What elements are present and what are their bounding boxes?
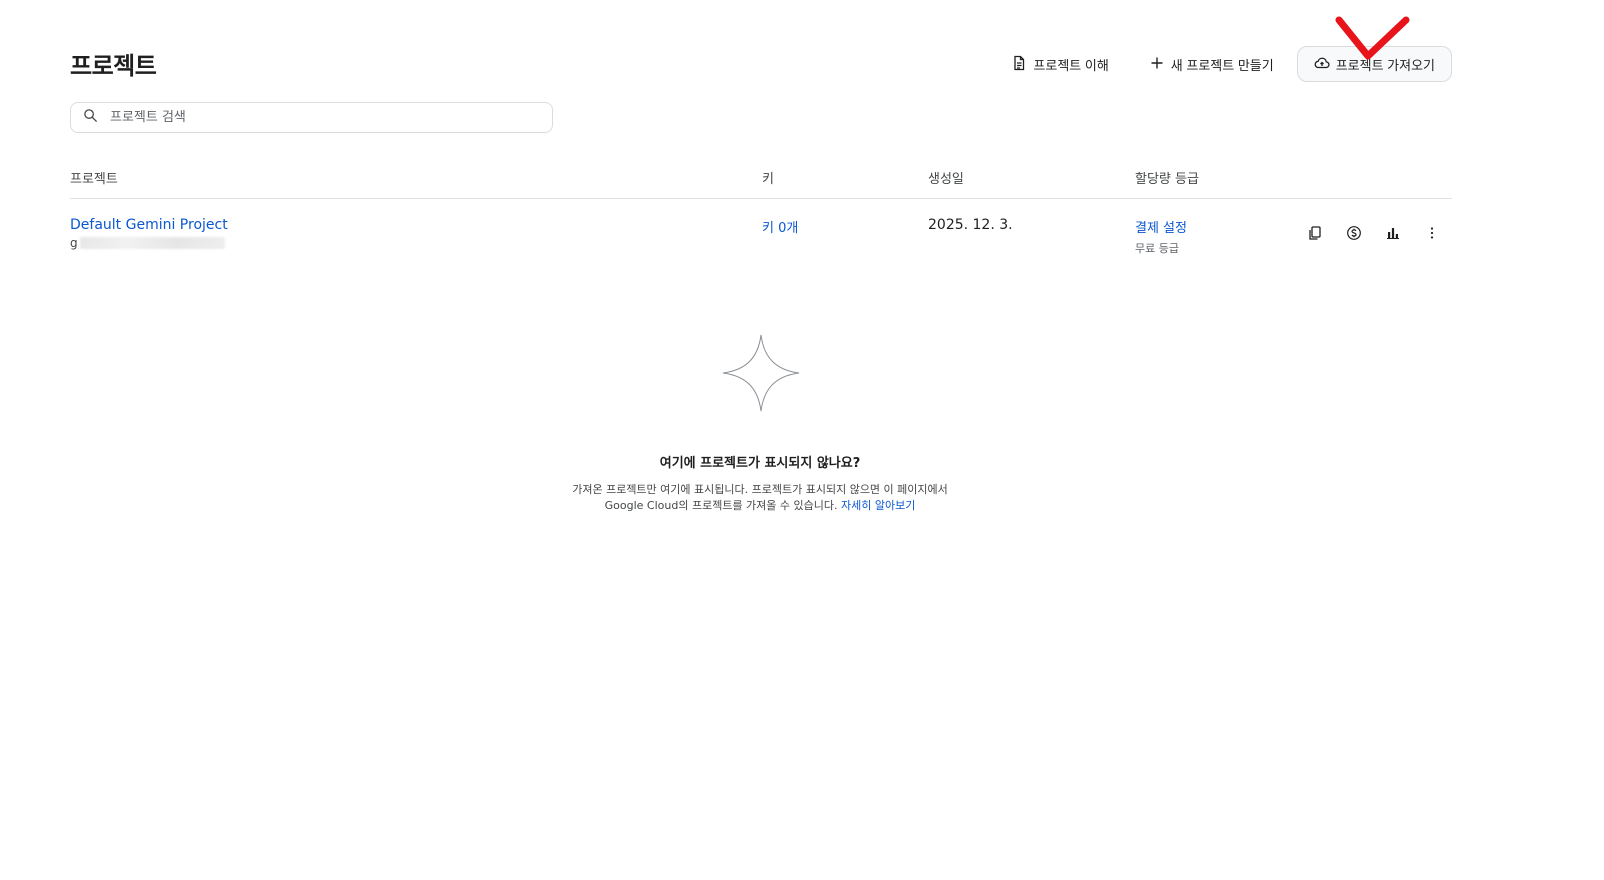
sparkle-icon [722, 334, 800, 412]
page-title: 프로젝트 [70, 52, 157, 80]
column-header-keys: 키 [762, 172, 774, 187]
cloud-upload-icon [1314, 55, 1330, 74]
table-header: 프로젝트 키 생성일 할당량 등급 [70, 160, 1452, 199]
row-actions [1305, 223, 1442, 243]
project-id: g [70, 236, 228, 250]
plus-icon [1149, 55, 1165, 74]
search-input[interactable] [110, 110, 530, 125]
import-project-button[interactable]: 프로젝트 가져오기 [1296, 46, 1452, 82]
bar-chart-icon[interactable] [1383, 223, 1403, 243]
empty-state-line2-wrap: Google Cloud의 프로젝트를 가져올 수 있습니다. 자세히 알아보기 [0, 498, 1520, 514]
create-project-button[interactable]: 새 프로젝트 만들기 [1132, 46, 1291, 82]
project-name-link[interactable]: Default Gemini Project [70, 217, 228, 233]
projects-table: 프로젝트 키 생성일 할당량 등급 Default Gemini Project… [70, 160, 1452, 269]
column-header-project: 프로젝트 [70, 172, 118, 187]
column-header-created: 생성일 [928, 172, 964, 187]
understand-projects-label: 프로젝트 이해 [1033, 57, 1109, 73]
project-id-redacted [79, 237, 225, 249]
empty-state-line1: 가져온 프로젝트만 여기에 표시됩니다. 프로젝트가 표시되지 않으면 이 페이… [572, 483, 948, 496]
more-vert-icon[interactable] [1422, 223, 1442, 243]
header-actions: 프로젝트 이해 새 프로젝트 만들기 프로젝트 가져오기 [994, 46, 1452, 82]
copy-icon[interactable] [1305, 223, 1325, 243]
search-box [70, 102, 553, 133]
understand-projects-button[interactable]: 프로젝트 이해 [994, 46, 1125, 82]
column-header-tier: 할당량 등급 [1135, 172, 1199, 187]
project-id-prefix: g [70, 236, 78, 250]
empty-state-description: 가져온 프로젝트만 여기에 표시됩니다. 프로젝트가 표시되지 않으면 이 페이… [0, 482, 1520, 514]
tier-label: 무료 등급 [1135, 242, 1179, 255]
create-project-label: 새 프로젝트 만들기 [1170, 57, 1274, 73]
tier-cell: 결제 설정 무료 등급 [1135, 217, 1187, 256]
table-row: Default Gemini Project g 키 0개 2025. 12. … [70, 199, 1452, 269]
doc-icon [1011, 55, 1027, 74]
keys-link[interactable]: 키 0개 [762, 217, 798, 236]
project-cell: Default Gemini Project g [70, 217, 228, 250]
search-icon [83, 108, 98, 127]
billing-icon[interactable] [1344, 223, 1364, 243]
import-project-label: 프로젝트 가져오기 [1335, 57, 1435, 73]
empty-state-line2: Google Cloud의 프로젝트를 가져올 수 있습니다. [604, 499, 838, 512]
learn-more-link[interactable]: 자세히 알아보기 [841, 499, 915, 512]
created-date: 2025. 12. 3. [928, 217, 1013, 233]
billing-setup-link[interactable]: 결제 설정 [1135, 217, 1187, 236]
empty-state-title: 여기에 프로젝트가 표시되지 않나요? [659, 456, 861, 471]
